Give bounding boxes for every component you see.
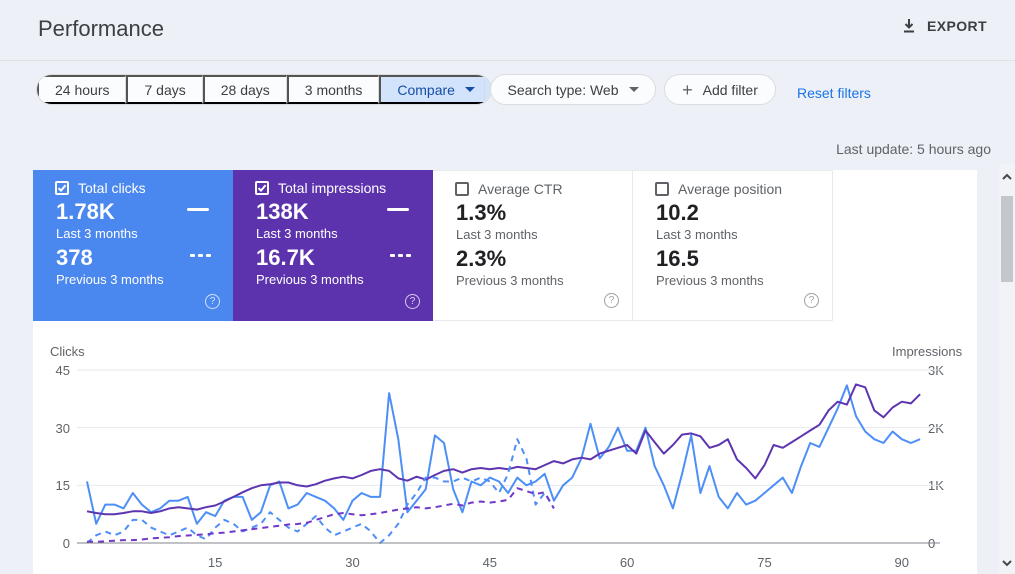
last-update-text: Last update: 5 hours ago <box>836 141 991 157</box>
download-icon <box>901 18 917 34</box>
filter-bar-divider <box>484 79 485 100</box>
card-period-current: Last 3 months <box>56 226 138 241</box>
vertical-scrollbar[interactable] <box>999 164 1015 574</box>
card-value-previous: 16.5 <box>656 246 699 272</box>
card-period-current: Last 3 months <box>656 227 738 242</box>
card-period-current: Last 3 months <box>256 226 338 241</box>
header-divider <box>0 60 1015 61</box>
card-label: Average position <box>678 181 782 197</box>
x-axis-tick: 15 <box>208 555 222 570</box>
reset-filters-link[interactable]: Reset filters <box>797 85 871 101</box>
card-value-previous: 16.7K <box>256 245 315 271</box>
solid-line-legend-icon <box>387 208 409 211</box>
card-label: Total clicks <box>78 180 146 196</box>
card-value-current: 138K <box>256 199 309 225</box>
card-label: Total impressions <box>278 180 386 196</box>
series-impressions-last-3-months <box>87 384 920 514</box>
x-axis-tick: 75 <box>757 555 771 570</box>
dashed-line-legend-icon <box>190 254 211 257</box>
card-value-current: 10.2 <box>656 200 699 226</box>
date-range-28-days[interactable]: 28 days <box>203 75 287 104</box>
right-axis-title: Impressions <box>892 344 962 359</box>
series-impressions-previous-3-months <box>87 488 554 542</box>
card-period-previous: Previous 3 months <box>656 273 764 288</box>
series-clicks-last-3-months <box>87 385 920 523</box>
chevron-down-icon <box>629 87 639 92</box>
card-average-ctr[interactable]: Average CTR 1.3% Last 3 months 2.3% Prev… <box>433 170 633 321</box>
card-period-current: Last 3 months <box>456 227 538 242</box>
card-total-clicks[interactable]: Total clicks 1.78K Last 3 months 378 Pre… <box>33 170 233 321</box>
scroll-down-icon[interactable] <box>1001 557 1013 569</box>
checkbox-checked-icon[interactable] <box>55 181 69 195</box>
card-label: Average CTR <box>478 181 563 197</box>
x-axis-tick: 45 <box>483 555 497 570</box>
x-axis-tick: 30 <box>345 555 359 570</box>
compare-label: Compare <box>397 82 455 98</box>
date-range-24-hours[interactable]: 24 hours <box>37 75 126 104</box>
date-range-3-months[interactable]: 3 months <box>287 75 380 104</box>
card-value-previous: 2.3% <box>456 246 506 272</box>
scroll-up-icon[interactable] <box>1001 171 1013 183</box>
card-value-current: 1.78K <box>56 199 115 225</box>
checkbox-unchecked-icon[interactable] <box>455 182 469 196</box>
checkbox-checked-icon[interactable] <box>255 181 269 195</box>
series-clicks-previous-3-months <box>87 439 554 543</box>
solid-line-legend-icon <box>187 208 209 211</box>
left-axis-tick: 15 <box>44 478 70 493</box>
add-filter-label: Add filter <box>703 82 758 98</box>
date-range-7-days[interactable]: 7 days <box>126 75 202 104</box>
card-period-previous: Previous 3 months <box>56 272 164 287</box>
add-filter-button[interactable]: + Add filter <box>664 74 776 105</box>
page-title: Performance <box>38 16 164 42</box>
left-axis-tick: 30 <box>44 421 70 436</box>
x-axis-tick: 90 <box>895 555 909 570</box>
scrollbar-thumb[interactable] <box>1001 196 1013 282</box>
card-value-current: 1.3% <box>456 200 506 226</box>
date-range-selector: 24 hours 7 days 28 days 3 months Compare <box>36 74 492 105</box>
plus-icon: + <box>682 81 693 99</box>
card-average-position[interactable]: Average position 10.2 Last 3 months 16.5… <box>633 170 833 321</box>
left-axis-title: Clicks <box>50 344 85 359</box>
help-icon[interactable]: ? <box>604 293 619 308</box>
export-label: EXPORT <box>927 18 987 34</box>
compare-dropdown[interactable]: Compare <box>379 75 491 104</box>
dashed-line-legend-icon <box>390 254 411 257</box>
left-axis-tick: 0 <box>44 536 70 551</box>
left-axis-tick: 45 <box>44 363 70 378</box>
card-value-previous: 378 <box>56 245 93 271</box>
help-icon[interactable]: ? <box>405 294 420 309</box>
performance-line-chart[interactable] <box>77 362 940 552</box>
x-axis-tick: 60 <box>620 555 634 570</box>
export-button[interactable]: EXPORT <box>901 18 987 34</box>
card-period-previous: Previous 3 months <box>256 272 364 287</box>
checkbox-unchecked-icon[interactable] <box>655 182 669 196</box>
card-total-impressions[interactable]: Total impressions 138K Last 3 months 16.… <box>233 170 433 321</box>
help-icon[interactable]: ? <box>804 293 819 308</box>
search-type-dropdown[interactable]: Search type: Web <box>490 74 656 105</box>
search-type-label: Search type: Web <box>507 82 618 98</box>
help-icon[interactable]: ? <box>205 294 220 309</box>
chevron-down-icon <box>465 87 475 92</box>
card-period-previous: Previous 3 months <box>456 273 564 288</box>
